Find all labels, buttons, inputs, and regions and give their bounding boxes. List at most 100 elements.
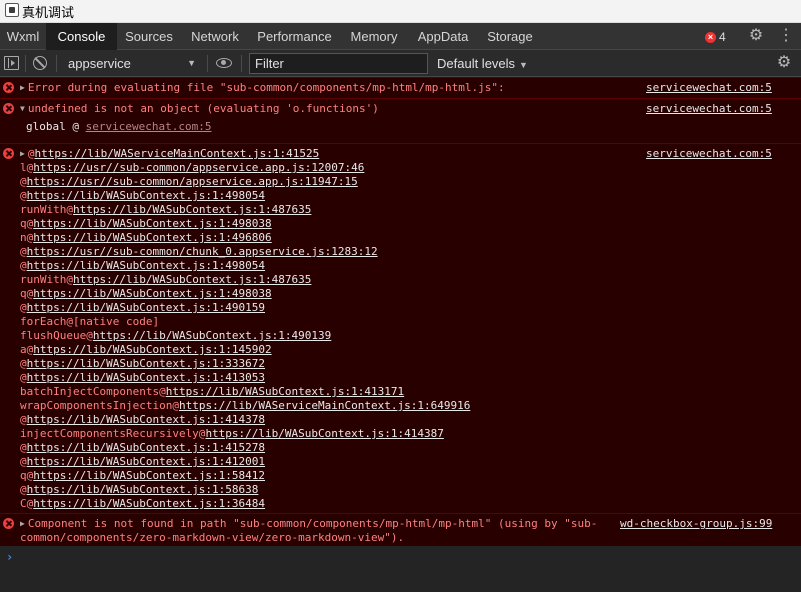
log-levels-select[interactable]: Default levels ▼	[437, 53, 528, 74]
stack-frame: @https://lib/WASubContext.js:1:333672	[20, 357, 265, 371]
error-text-line2: common/components/zero-markdown-view/zer…	[20, 531, 405, 544]
source-link[interactable]: servicewechat.com:5	[646, 147, 772, 161]
stack-frame: batchInjectComponents@https://lib/WASubC…	[20, 385, 404, 399]
stack-frame-function: a@	[20, 343, 34, 356]
source-link[interactable]: servicewechat.com:5	[646, 102, 772, 116]
error-icon	[3, 148, 14, 159]
stack-frame: ▶ @https://lib/WAServiceMainContext.js:1:…	[20, 147, 319, 161]
error-count-badge[interactable]: × 4	[705, 29, 726, 45]
stack-frame-link[interactable]: https://lib/WASubContext.js:1:498038	[33, 287, 271, 300]
global-source-link[interactable]: servicewechat.com:5	[86, 120, 212, 133]
stack-frame-function: q@	[20, 287, 34, 300]
stack-frame-function: @	[20, 175, 27, 188]
stack-frame-function: @	[20, 371, 27, 384]
tab-performance[interactable]: Performance	[249, 23, 340, 50]
live-expression-eye-icon[interactable]	[216, 58, 232, 68]
stack-frame-function: @	[20, 441, 27, 454]
gear-icon[interactable]: ⚙	[747, 27, 765, 45]
stack-frame-link[interactable]: https://lib/WASubContext.js:1:412001	[27, 455, 265, 468]
stack-frame-link[interactable]: https://lib/WASubContext.js:1:36484	[33, 497, 265, 510]
source-link[interactable]: wd-checkbox-group.js:99	[620, 517, 772, 531]
error-icon	[3, 82, 14, 93]
toolbar-divider	[25, 55, 26, 72]
error-text: undefined is not an object (evaluating '…	[27, 102, 379, 115]
stack-frame-link[interactable]: https://lib/WASubContext.js:1:145902	[33, 343, 271, 356]
tab-memory[interactable]: Memory	[340, 23, 408, 50]
stack-frame: @https://lib/WASubContext.js:1:412001	[20, 455, 265, 469]
stack-frame: @https://lib/WASubContext.js:1:498054	[20, 189, 265, 203]
stack-frame-link[interactable]: https://lib/WASubContext.js:1:498054	[27, 259, 265, 272]
stack-frame-function: l@	[20, 161, 34, 174]
more-options-icon[interactable]: ⋮	[777, 27, 795, 45]
console-error-message[interactable]: ▼ undefined is not an object (evaluating …	[0, 98, 801, 143]
stack-frame: @https://lib/WASubContext.js:1:498054	[20, 259, 265, 273]
console-messages: ▶ Error during evaluating file "sub-commo…	[0, 77, 801, 592]
error-icon	[3, 518, 14, 529]
stack-frame: flushQueue@https://lib/WASubContext.js:1…	[20, 329, 331, 343]
tab-sources[interactable]: Sources	[117, 23, 181, 50]
stack-frame-function: q@	[20, 469, 34, 482]
stack-frame-function: batchInjectComponents@	[20, 385, 166, 398]
stack-frame-link[interactable]: https://lib/WAServiceMainContext.js:1:64…	[179, 399, 470, 412]
error-text-line1: Component is not found in path "sub-comm…	[27, 517, 598, 530]
console-stack-trace-message[interactable]: servicewechat.com:5 ▶ @https://lib/WAServ…	[0, 143, 801, 513]
show-sidebar-icon[interactable]	[4, 56, 19, 70]
stack-frame-link[interactable]: https://usr//sub-common/appservice.app.j…	[27, 175, 358, 188]
stack-frame-link[interactable]: https://lib/WASubContext.js:1:414378	[27, 413, 265, 426]
stack-frame-link[interactable]: https://lib/WASubContext.js:1:413053	[27, 371, 265, 384]
toolbar-divider	[56, 55, 57, 72]
console-toolbar: appservice ▼ Default levels▼ ⚙	[0, 50, 801, 77]
stack-frame-link[interactable]: https://usr//sub-common/chunk_0.appservi…	[27, 245, 378, 258]
stack-frame: @https://lib/WASubContext.js:1:490159	[20, 301, 265, 315]
console-error-message[interactable]: ▶ Error during evaluating file "sub-commo…	[0, 77, 801, 98]
console-settings-gear-icon[interactable]: ⚙	[775, 54, 793, 72]
stack-frame-link[interactable]: https://lib/WASubContext.js:1:58638	[27, 483, 259, 496]
context-value: appservice	[68, 56, 131, 71]
stack-frame-link[interactable]: https://lib/WASubContext.js:1:490139	[93, 329, 331, 342]
tab-wxml[interactable]: Wxml	[0, 23, 46, 50]
clear-console-icon[interactable]	[33, 56, 47, 70]
stack-frame-link[interactable]: https://lib/WASubContext.js:1:487635	[73, 203, 311, 216]
expand-triangle-icon[interactable]: ▶	[20, 149, 25, 158]
stack-frame-link[interactable]: https://lib/WASubContext.js:1:414387	[205, 427, 443, 440]
context-select[interactable]: appservice ▼	[62, 53, 202, 74]
devtools-tabbar: Wxml Console Sources Network Performance…	[0, 23, 801, 50]
stack-frame-function: wrapComponentsInjection@	[20, 399, 179, 412]
tab-appdata[interactable]: AppData	[408, 23, 478, 50]
stack-frame: @https://lib/WASubContext.js:1:414378	[20, 413, 265, 427]
stack-frame-link[interactable]: https://lib/WASubContext.js:1:415278	[27, 441, 265, 454]
error-icon: ×	[705, 31, 716, 43]
stack-frame-link[interactable]: https://lib/WASubContext.js:1:498038	[33, 217, 271, 230]
stack-frame: q@https://lib/WASubContext.js:1:498038	[20, 217, 272, 231]
stack-frame-link[interactable]: https://lib/WAServiceMainContext.js:1:41…	[34, 147, 319, 160]
stack-frame-function: q@	[20, 217, 34, 230]
source-link[interactable]: servicewechat.com:5	[646, 81, 772, 95]
expand-triangle-icon[interactable]: ▶	[20, 83, 25, 92]
expand-triangle-icon[interactable]: ▼	[20, 104, 25, 113]
stack-frame: injectComponentsRecursively@https://lib/…	[20, 427, 444, 441]
tab-console[interactable]: Console	[46, 23, 117, 50]
console-error-message[interactable]: ▶ Component is not found in path "sub-com…	[0, 513, 801, 546]
stack-frame-link[interactable]: https://lib/WASubContext.js:1:496806	[33, 231, 271, 244]
toolbar-divider	[241, 55, 242, 72]
stack-frame-function: @	[20, 413, 27, 426]
expand-triangle-icon[interactable]: ▶	[20, 519, 25, 528]
stack-frame-function: @	[20, 455, 27, 468]
console-prompt-chevron-icon[interactable]: ›	[6, 550, 13, 564]
stack-frame-link[interactable]: https://lib/WASubContext.js:1:498054	[27, 189, 265, 202]
stack-frame: n@https://lib/WASubContext.js:1:496806	[20, 231, 272, 245]
tab-network[interactable]: Network	[181, 23, 249, 50]
stack-frame-link[interactable]: https://lib/WASubContext.js:1:58412	[33, 469, 265, 482]
filter-input[interactable]	[249, 53, 428, 74]
error-count: 4	[719, 30, 726, 44]
stack-frame-link[interactable]: https://lib/WASubContext.js:1:333672	[27, 357, 265, 370]
stack-frame-link[interactable]: https://lib/WASubContext.js:1:413171	[166, 385, 404, 398]
stack-frame-link[interactable]: https://usr//sub-common/appservice.app.j…	[33, 161, 364, 174]
global-label: global @	[26, 120, 86, 133]
stack-frame-link[interactable]: https://lib/WASubContext.js:1:487635	[73, 273, 311, 286]
chevron-down-icon: ▼	[187, 58, 196, 68]
stack-frame: @https://usr//sub-common/appservice.app.…	[20, 175, 358, 189]
chevron-down-icon: ▼	[519, 60, 528, 70]
stack-frame-link[interactable]: https://lib/WASubContext.js:1:490159	[27, 301, 265, 314]
tab-storage[interactable]: Storage	[478, 23, 542, 50]
